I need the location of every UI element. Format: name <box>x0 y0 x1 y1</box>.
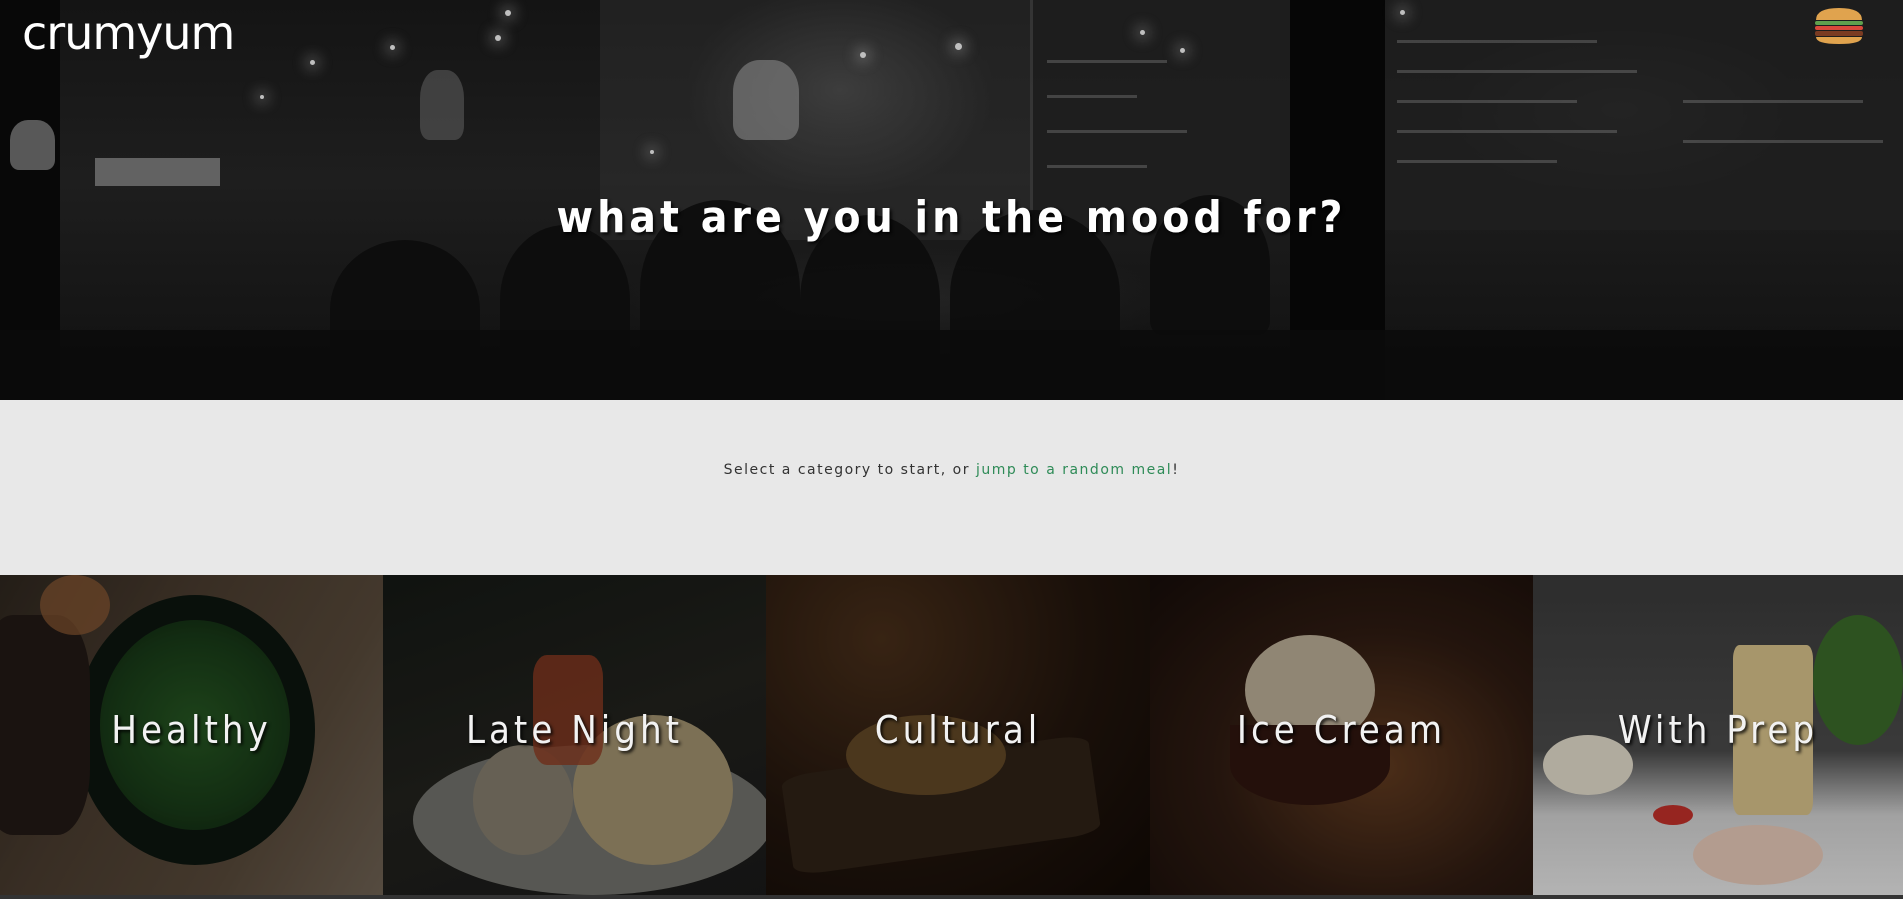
hero-counter <box>0 330 1903 400</box>
hero-light <box>860 52 866 58</box>
hero-pendant-lamp <box>420 70 464 140</box>
hamburger-icon[interactable] <box>1813 7 1865 45</box>
hero-banner: what are you in the mood for? <box>0 0 1903 400</box>
hero-light <box>260 95 264 99</box>
intro-text: Select a category to start, or jump to a… <box>0 462 1903 478</box>
hero-light <box>955 43 962 50</box>
random-meal-link[interactable]: jump to a random meal <box>976 462 1172 478</box>
hero-title: what are you in the mood for? <box>556 192 1347 243</box>
category-tile-healthy[interactable]: Healthy <box>0 575 383 895</box>
category-label: Healthy <box>111 708 272 752</box>
site-logo[interactable]: crumyum <box>22 6 235 60</box>
intro-section: Select a category to start, or jump to a… <box>0 400 1903 575</box>
category-label: With Prep <box>1617 708 1819 752</box>
hero-light <box>1400 10 1405 15</box>
hero-light <box>1140 30 1145 35</box>
intro-text-after: ! <box>1172 462 1180 478</box>
category-tile-with-prep[interactable]: With Prep <box>1533 575 1903 895</box>
category-label: Ice Cream <box>1236 708 1447 752</box>
category-label: Late Night <box>465 708 684 752</box>
category-tile-late-night[interactable]: Late Night <box>383 575 766 895</box>
hero-light <box>650 150 654 154</box>
hero-pendant-lamp <box>733 60 799 140</box>
category-grid: Healthy Late Night Cultural Ice Cream Wi… <box>0 575 1903 899</box>
hero-light <box>495 35 501 41</box>
hero-shelf <box>95 158 220 186</box>
hero-light <box>1180 48 1185 53</box>
hero-light <box>390 45 395 50</box>
intro-text-before: Select a category to start, or <box>723 462 976 478</box>
category-tile-ice-cream[interactable]: Ice Cream <box>1150 575 1533 895</box>
hero-pendant-lamp <box>10 120 55 170</box>
hero-light <box>505 10 511 16</box>
category-tile-cultural[interactable]: Cultural <box>766 575 1150 895</box>
category-label: Cultural <box>874 708 1042 752</box>
hero-light <box>310 60 315 65</box>
